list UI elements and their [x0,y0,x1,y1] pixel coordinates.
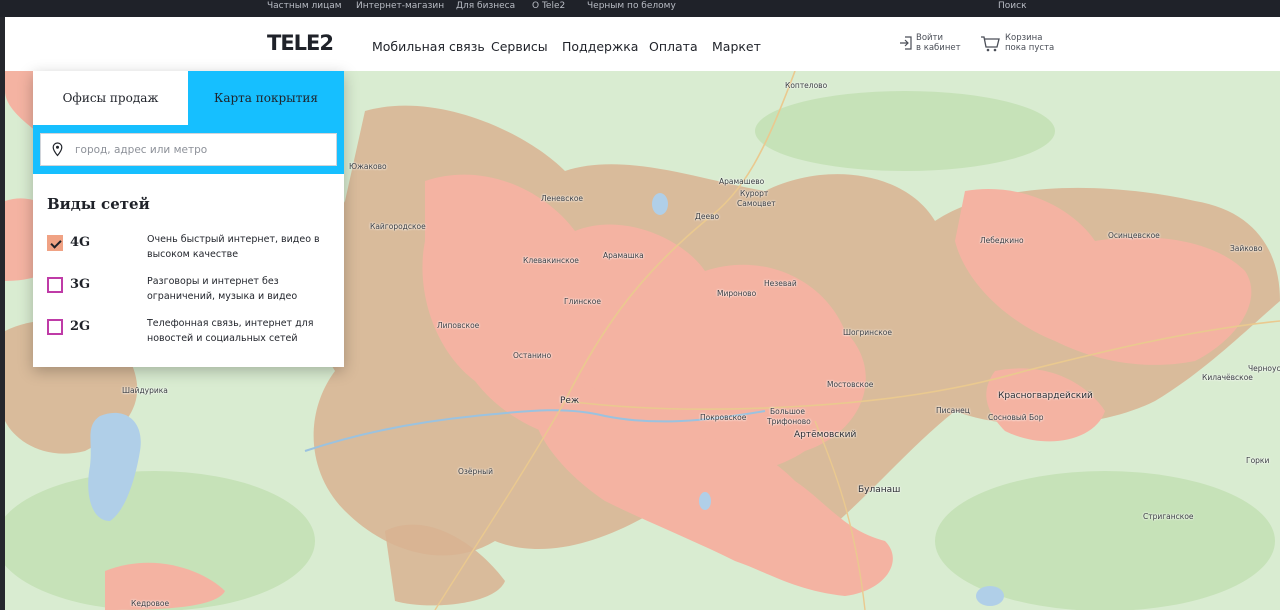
cart-line1: Корзина [1005,33,1043,43]
address-search-input[interactable] [75,141,325,159]
location-pin-icon [52,142,63,161]
map-label: Леневское [541,194,584,203]
map-label: Арамашево [719,177,765,186]
map-label: Незевай [764,279,797,288]
network-label-4g: 4G [70,235,91,250]
checkbox-3g[interactable] [47,277,63,293]
networks-title: Виды сетей [47,195,150,213]
map-label: Большое [770,407,806,416]
network-label-2g: 2G [70,319,91,334]
map-label: Артёмовский [794,430,857,440]
map-label: Килачёвское [1202,373,1253,382]
network-desc-4g: Очень быстрый интернет, видео в высоком … [147,234,320,260]
map-label: Стриганское [1143,512,1194,521]
network-desc-2g: Телефонная связь, интернет для новостей … [147,318,314,344]
map-label: Глинское [564,297,602,306]
map-label: Мостовское [827,380,874,389]
topbar-link-business[interactable]: Для бизнеса [456,1,515,11]
map-label: Кедровое [131,599,170,608]
cart-icon[interactable] [980,35,1000,56]
checkbox-4g[interactable] [47,235,63,251]
map-label: Деево [695,212,720,221]
map-label: Красногвардейский [998,391,1093,401]
nav-market[interactable]: Маркет [712,39,761,54]
search-box[interactable] [40,133,337,166]
map-label: Озёрный [458,467,493,476]
topbar-link-about[interactable]: О Tele2 [532,1,565,11]
cart-link[interactable]: Корзина пока пуста [1005,33,1054,53]
map-label: Коптелово [785,81,828,90]
coverage-panel: Офисы продаж Карта покрытия Виды сетей 4… [33,71,344,367]
site-header: TELE2 Мобильная связь Сервисы Поддержка … [5,17,1280,71]
network-row-2g: 2G Телефонная связь, интернет для новост… [47,316,337,350]
login-icon[interactable] [899,35,913,54]
map-label: Лебедкино [980,236,1024,245]
tele2-logo[interactable]: TELE2 [267,31,334,55]
map-label: Трифоново [767,417,811,426]
map-label: Писанец [936,406,970,415]
network-desc-3g: Разговоры и интернет без ограничений, му… [147,276,298,302]
map-label: Клевакинское [523,256,579,265]
nav-payment[interactable]: Оплата [649,39,698,54]
map-label: Сосновый Бор [988,413,1044,422]
map-label: Курорт [740,189,769,198]
map-label: Мироново [717,289,757,298]
map-label: Липовское [437,321,480,330]
network-row-4g: 4G Очень быстрый интернет, видео в высок… [47,232,337,266]
map-label: Буланаш [858,485,901,495]
top-utility-bar: Частным лицам Интернет-магазин Для бизне… [0,0,1280,17]
login-link[interactable]: Войти в кабинет [916,33,961,53]
topbar-link-blog[interactable]: Черным по белому [587,1,676,11]
login-line2: в кабинет [916,43,961,53]
map-label: Покровское [700,413,747,422]
network-label-3g: 3G [70,277,91,292]
tab-sales-offices[interactable]: Офисы продаж [33,71,188,125]
map-label: Осинцевское [1108,231,1160,240]
tab-coverage-map[interactable]: Карта покрытия [188,71,344,125]
nav-mobile[interactable]: Мобильная связь [372,39,485,54]
map-label: Черноусово [1248,364,1280,373]
map-label: Арамашка [603,251,644,260]
nav-support[interactable]: Поддержка [562,39,638,54]
topbar-link-private[interactable]: Частным лицам [267,1,342,11]
topbar-search-link[interactable]: Поиск [998,1,1027,11]
search-bar-area [33,125,344,174]
network-row-3g: 3G Разговоры и интернет без ограничений,… [47,274,337,308]
map-label: Шайдурика [122,386,168,395]
map-label: Самоцвет [737,199,776,208]
nav-services[interactable]: Сервисы [491,39,548,54]
topbar-link-shop[interactable]: Интернет-магазин [356,1,444,11]
checkbox-2g[interactable] [47,319,63,335]
map-label: Кайгородское [370,222,426,231]
map-label: Реж [560,396,580,406]
login-line1: Войти [916,33,944,43]
map-label: Останино [513,351,552,360]
map-label: Шогринское [843,328,892,337]
cart-line2: пока пуста [1005,43,1055,53]
map-label: Зайково [1230,244,1263,253]
map-label: Южаково [349,162,387,171]
map-label: Горки [1246,456,1270,465]
